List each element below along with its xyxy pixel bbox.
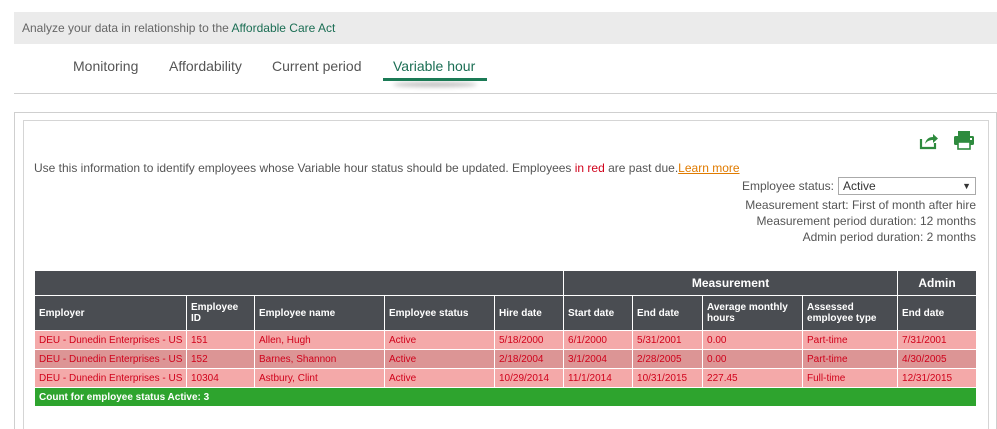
cell-admin-end-date: 4/30/2005 [897, 349, 978, 369]
employee-status-select[interactable]: Active ▼ [838, 177, 976, 195]
tab-bar: Monitoring Affordability Current period … [0, 45, 997, 93]
measurement-duration-info: Measurement period duration: 12 months [756, 214, 976, 228]
printer-icon[interactable] [953, 130, 975, 150]
cell-avg-hours: 0.00 [702, 330, 804, 350]
col-header-hire-date[interactable]: Hire date [493, 295, 565, 331]
cell-admin-end-date: 7/31/2001 [897, 330, 978, 350]
tab-variable-hour[interactable]: Variable hour [393, 58, 475, 74]
intro-text-after: are past due. [604, 161, 679, 175]
employee-status-value: Active [843, 179, 876, 193]
group-header-admin: Admin [897, 270, 978, 296]
col-header-employee-name[interactable]: Employee name [254, 295, 385, 331]
col-header-assessed-type[interactable]: Assessed employee type [802, 295, 899, 331]
cell-employer: DEU - Dunedin Enterprises - US [34, 349, 187, 369]
intro-text-before: Use this information to identify employe… [34, 161, 575, 175]
tab-monitoring[interactable]: Monitoring [73, 58, 138, 74]
cell-assessed-type: Part-time [802, 349, 899, 369]
learn-more-link[interactable]: Learn more [678, 161, 739, 175]
col-header-employee-id[interactable]: Employee ID [186, 295, 255, 331]
employee-status-label: Employee status: [741, 179, 834, 193]
banner-text: Analyze your data in relationship to the [22, 21, 232, 35]
table-row[interactable]: DEU - Dunedin Enterprises - US 152 Barne… [34, 349, 978, 369]
cell-employee-name: Astbury, Clint [254, 368, 385, 388]
tab-affordability[interactable]: Affordability [169, 58, 242, 74]
col-header-start-date[interactable]: Start date [563, 295, 634, 331]
col-header-admin-end-date[interactable]: End date [897, 295, 978, 331]
column-header-row: Employer Employee ID Employee name Emplo… [34, 295, 978, 331]
tab-current-period[interactable]: Current period [272, 58, 362, 74]
table-row[interactable]: DEU - Dunedin Enterprises - US 151 Allen… [34, 330, 978, 350]
cell-end-date: 5/31/2001 [632, 330, 704, 350]
employee-status-filter: Employee status: Active ▼ [742, 177, 976, 195]
cell-start-date: 3/1/2004 [563, 349, 634, 369]
group-header-blank [33, 270, 565, 296]
cell-assessed-type: Part-time [802, 330, 899, 350]
cell-employer: DEU - Dunedin Enterprises - US [34, 368, 187, 388]
cell-start-date: 11/1/2014 [563, 368, 634, 388]
cell-employee-status: Active [384, 349, 495, 369]
count-row: Count for employee status Active: 3 [33, 387, 978, 407]
cell-avg-hours: 0.00 [702, 349, 804, 369]
tabs-divider [14, 93, 997, 94]
group-header-row: Measurement Admin [33, 270, 978, 296]
intro-text: Use this information to identify employe… [34, 161, 740, 175]
col-header-avg-monthly-hours[interactable]: Average monthly hours [702, 295, 804, 331]
page-banner: Analyze your data in relationship to the… [14, 12, 997, 44]
count-label: Count for employee status Active: 3 [33, 387, 978, 407]
cell-employee-name: Allen, Hugh [254, 330, 385, 350]
cell-employer: DEU - Dunedin Enterprises - US [34, 330, 187, 350]
cell-employee-id: 152 [186, 349, 255, 369]
cell-employee-name: Barnes, Shannon [254, 349, 385, 369]
cell-end-date: 10/31/2015 [632, 368, 704, 388]
active-tab-indicator [383, 78, 487, 81]
cell-end-date: 2/28/2005 [632, 349, 704, 369]
cell-hire-date: 10/29/2014 [493, 368, 565, 388]
banner-aca-link[interactable]: Affordable Care Act [231, 21, 335, 35]
intro-red-text: in red [574, 161, 605, 175]
cell-start-date: 6/1/2000 [563, 330, 634, 350]
cell-hire-date: 2/18/2004 [493, 349, 565, 369]
cell-avg-hours: 227.45 [702, 368, 804, 388]
cell-employee-status: Active [384, 368, 495, 388]
group-header-measurement: Measurement [563, 270, 899, 296]
admin-duration-info: Admin period duration: 2 months [802, 230, 976, 244]
active-tab-shadow [393, 82, 477, 87]
cell-employee-id: 151 [186, 330, 255, 350]
col-header-employee-status[interactable]: Employee status [384, 295, 495, 331]
col-header-end-date[interactable]: End date [632, 295, 704, 331]
col-header-employer[interactable]: Employer [34, 295, 187, 331]
variable-hour-table: Measurement Admin Employer Employee ID E… [33, 270, 978, 407]
cell-employee-id: 10304 [186, 368, 255, 388]
cell-employee-status: Active [384, 330, 495, 350]
cell-assessed-type: Full-time [802, 368, 899, 388]
chevron-down-icon: ▼ [962, 181, 971, 191]
measurement-start-info: Measurement start: First of month after … [745, 198, 976, 212]
cell-admin-end-date: 12/31/2015 [897, 368, 978, 388]
export-icon[interactable] [919, 132, 939, 150]
cell-hire-date: 5/18/2000 [493, 330, 565, 350]
table-row[interactable]: DEU - Dunedin Enterprises - US 10304 Ast… [34, 368, 978, 388]
